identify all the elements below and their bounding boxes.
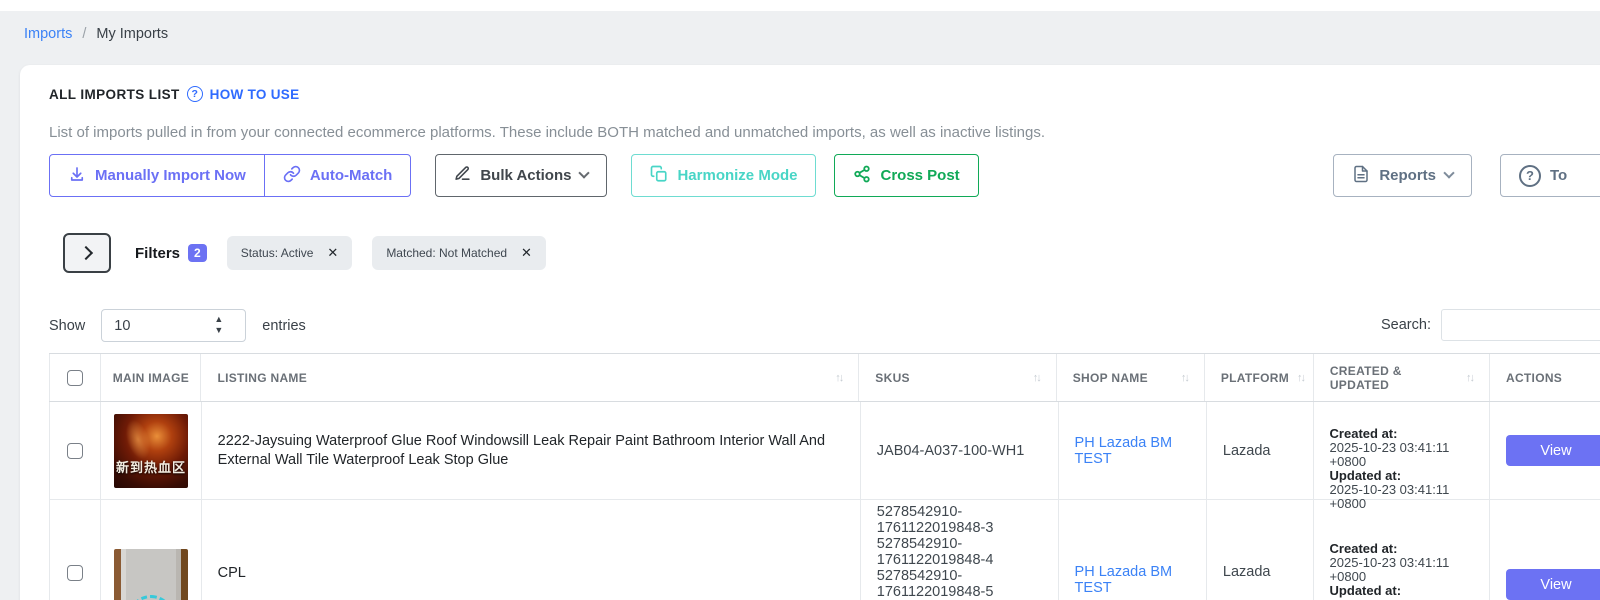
search-control: Search: — [1381, 309, 1600, 341]
imports-card: ALL IMPORTS LIST ? HOW TO USE List of im… — [20, 65, 1600, 600]
header-listing-name[interactable]: LISTING NAME ↑↓ — [201, 354, 860, 401]
harmonize-mode-button[interactable]: Harmonize Mode — [631, 154, 817, 197]
bulk-actions-button[interactable]: Bulk Actions — [435, 154, 608, 197]
chevron-down-icon — [578, 167, 591, 179]
close-icon[interactable]: ✕ — [521, 245, 532, 261]
platform-value: Lazada — [1222, 442, 1271, 459]
listing-name: CPL — [217, 565, 246, 581]
sort-icon[interactable]: ↑↓ — [1458, 372, 1475, 384]
document-icon — [1352, 165, 1370, 187]
header-main-image[interactable]: MAIN IMAGE — [101, 354, 202, 401]
table-row: 新到热血区 2222-Jaysuing Waterproof Glue Roof… — [49, 402, 1600, 511]
page-title: ALL IMPORTS LIST — [49, 86, 180, 102]
close-icon[interactable]: ✕ — [327, 245, 338, 261]
cross-post-button[interactable]: Cross Post — [834, 154, 979, 197]
lock-emblem-icon — [128, 595, 175, 600]
link-icon — [283, 165, 301, 187]
page-size-control: Show 10 ▲ ▼ entries — [49, 309, 306, 342]
filters-count-badge: 2 — [188, 244, 207, 262]
filter-chip-status: Status: Active ✕ — [226, 236, 353, 270]
page-description: List of imports pulled in from your conn… — [49, 124, 1045, 141]
listing-name: 2222-Jaysuing Waterproof Glue Roof Windo… — [217, 432, 826, 468]
header-shop-name[interactable]: SHOP NAME ↑↓ — [1057, 354, 1205, 401]
header-platform[interactable]: PLATFORM ↑↓ — [1205, 354, 1314, 401]
sku-value: 5278542910-1761122019848-4 — [876, 536, 994, 568]
filters-label: Filters — [135, 244, 181, 262]
list-controls: Show 10 ▲ ▼ entries Search: — [49, 309, 1600, 342]
manually-import-button[interactable]: Manually Import Now — [49, 154, 265, 197]
sku-value: 5278542910-1761122019848-3 — [876, 504, 994, 536]
breadcrumb: Imports / My Imports — [24, 26, 168, 42]
select-all-cell — [49, 354, 102, 401]
sku-value: 5278542910-1761122019848-5 — [876, 568, 994, 600]
page-size-select[interactable]: 10 ▲ ▼ — [101, 309, 247, 342]
show-label: Show — [49, 317, 86, 334]
shop-name-link[interactable]: PH Lazada BM TEST — [1075, 435, 1190, 467]
header-skus[interactable]: SKUS ↑↓ — [859, 354, 1057, 401]
toolbar: Manually Import Now Auto-Match Bulk Acti… — [49, 154, 1600, 197]
row-checkbox[interactable] — [67, 565, 84, 581]
table-row: CPL 5278542910-1761122019848-3 527854291… — [49, 500, 1600, 600]
created-updated-cell: Created at: 2025-10-23 03:41:11 +0800 Up… — [1329, 426, 1450, 511]
created-updated-cell: Created at: 2025-10-23 03:41:11 +0800 Up… — [1329, 541, 1450, 600]
sort-icon[interactable]: ↑↓ — [827, 372, 844, 384]
select-all-checkbox[interactable] — [67, 369, 84, 386]
download-icon — [68, 165, 86, 187]
auto-match-button[interactable]: Auto-Match — [263, 154, 412, 197]
sort-icon[interactable]: ↑↓ — [1173, 372, 1190, 384]
search-label: Search: — [1381, 317, 1431, 333]
filters-expand-button[interactable] — [63, 233, 111, 273]
header-actions: ACTIONS — [1506, 370, 1563, 385]
table-header-row: MAIN IMAGE LISTING NAME ↑↓ SKUS ↑↓ SHOP NA… — [49, 354, 1600, 402]
question-circle-icon: ? — [186, 86, 203, 102]
entries-label: entries — [262, 317, 306, 334]
view-button[interactable]: View — [1506, 569, 1600, 600]
product-image[interactable]: 新到热血区 — [114, 413, 189, 488]
filter-chip-matched: Matched: Not Matched ✕ — [372, 236, 546, 270]
sku-list: 5278542910-1761122019848-3 5278542910-17… — [877, 504, 1042, 600]
card-title-row: ALL IMPORTS LIST ? HOW TO USE — [49, 86, 299, 102]
breadcrumb-current: My Imports — [96, 26, 169, 42]
sku-value: JAB04-A037-100-WH1 — [876, 442, 1025, 459]
row-checkbox[interactable] — [67, 442, 84, 459]
sort-icon[interactable]: ↑↓ — [1025, 372, 1042, 384]
how-to-use-link[interactable]: HOW TO USE — [210, 87, 300, 102]
question-circle-icon: ? — [1519, 164, 1541, 187]
shop-name-link[interactable]: PH Lazada BM TEST — [1075, 564, 1190, 596]
pencil-icon — [454, 165, 471, 186]
platform-value: Lazada — [1222, 564, 1271, 580]
imports-table: MAIN IMAGE LISTING NAME ↑↓ SKUS ↑↓ SHOP NA… — [49, 353, 1600, 600]
reports-button[interactable]: Reports — [1333, 154, 1472, 197]
view-button[interactable]: View — [1506, 435, 1600, 466]
copy-icon — [650, 165, 668, 187]
product-image[interactable] — [114, 549, 189, 600]
header-created-updated[interactable]: CREATED & UPDATED ↑↓ — [1314, 354, 1490, 401]
breadcrumb-link-imports[interactable]: Imports — [24, 26, 72, 42]
sort-icon[interactable]: ↑↓ — [1289, 372, 1306, 384]
share-icon — [853, 165, 871, 187]
breadcrumb-separator: / — [82, 26, 87, 42]
chevron-down-icon — [1443, 167, 1455, 179]
chevron-right-icon — [78, 245, 93, 261]
search-input[interactable] — [1440, 309, 1600, 341]
select-arrows-icon: ▲ ▼ — [214, 314, 224, 335]
top-bar — [0, 0, 1600, 11]
filters-row: Filters 2 Status: Active ✕ Matched: Not … — [63, 233, 546, 273]
tour-help-button[interactable]: ? To — [1500, 154, 1600, 197]
